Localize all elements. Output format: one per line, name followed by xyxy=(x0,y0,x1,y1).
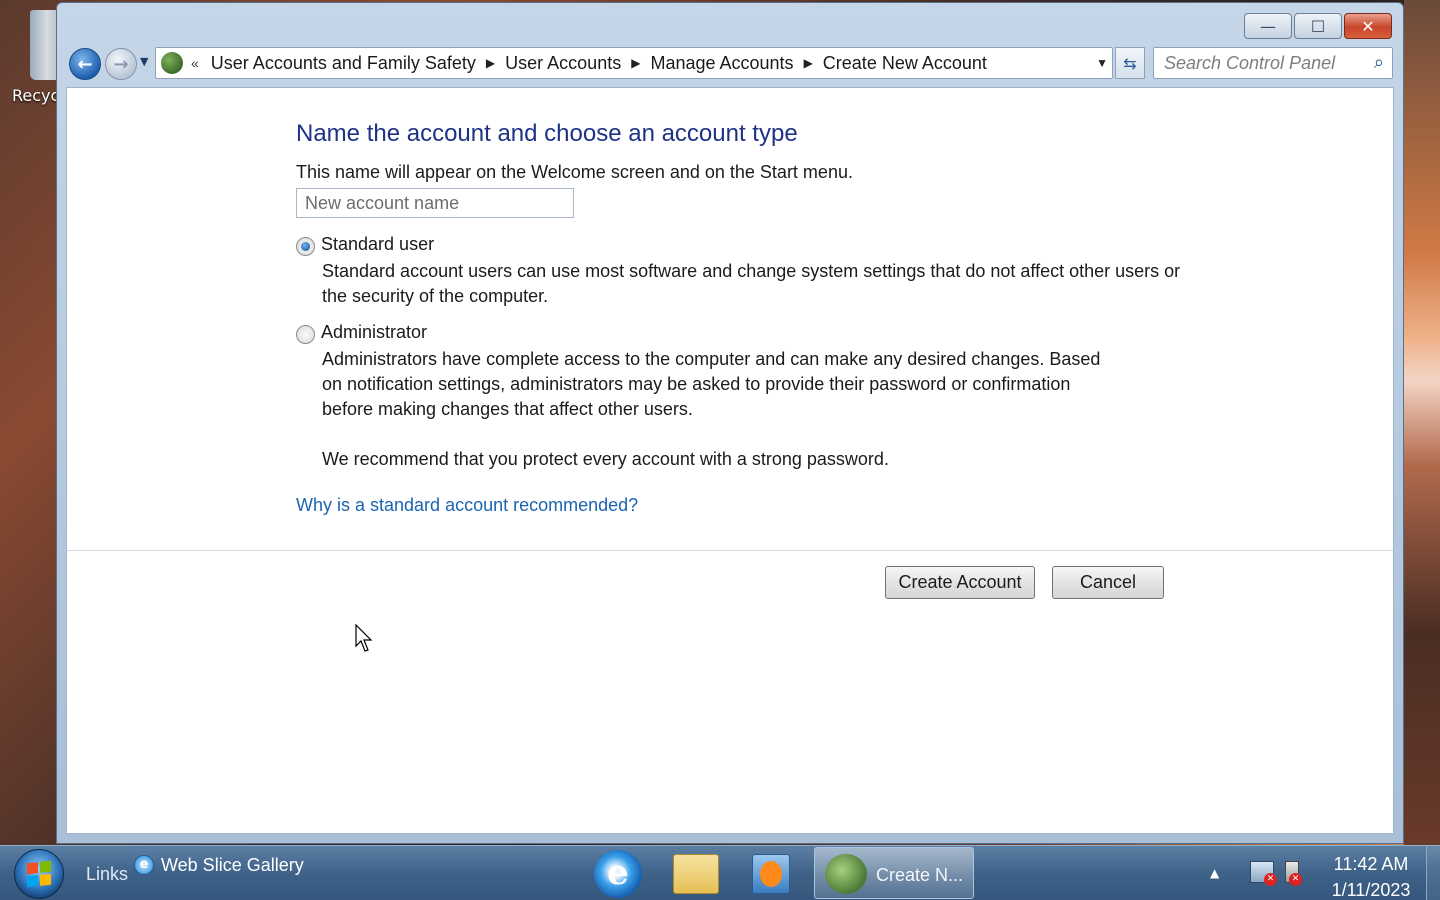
search-input[interactable]: Search Control Panel ⌕ xyxy=(1153,47,1393,79)
back-button[interactable]: ← xyxy=(69,48,101,80)
start-button[interactable] xyxy=(14,849,64,899)
show-desktop-button[interactable] xyxy=(1426,846,1440,900)
breadcrumb-arrow-icon[interactable]: ▶ xyxy=(804,56,813,70)
page-title: Name the account and choose an account t… xyxy=(296,120,798,147)
refresh-button[interactable]: ⇆ xyxy=(1115,47,1145,79)
standard-user-radio[interactable] xyxy=(296,237,315,256)
clock-date: 1/11/2023 xyxy=(1331,880,1411,900)
breadcrumb-user-accounts[interactable]: User Accounts xyxy=(505,53,621,74)
media-player-icon[interactable] xyxy=(752,854,790,894)
control-panel-window: — ☐ ✕ ← → ▼ « User Accounts and Family S… xyxy=(56,2,1404,844)
taskbar-item-label: Create N... xyxy=(876,865,964,885)
administrator-label[interactable]: Administrator xyxy=(321,322,427,343)
taskbar: Links e Web Slice Gallery e Create N... … xyxy=(0,845,1440,900)
breadcrumb-create-new-account[interactable]: Create New Account xyxy=(823,53,987,74)
address-dropdown-icon[interactable]: ▼ xyxy=(1096,56,1108,70)
user-accounts-icon xyxy=(161,52,183,74)
administrator-radio[interactable] xyxy=(296,325,315,344)
clock-time: 11:42 AM xyxy=(1333,854,1409,874)
name-hint-text: This name will appear on the Welcome scr… xyxy=(296,162,853,182)
internet-explorer-small-icon: e xyxy=(134,855,154,875)
user-accounts-icon xyxy=(825,854,867,894)
password-recommendation: We recommend that you protect every acco… xyxy=(322,449,889,469)
back-arrow-icon: ← xyxy=(77,53,93,75)
breadcrumb-manage-accounts[interactable]: Manage Accounts xyxy=(650,53,793,74)
breadcrumb-user-accounts-and-family-safety[interactable]: User Accounts and Family Safety xyxy=(211,53,476,74)
forward-button[interactable]: → xyxy=(105,48,137,80)
web-slice-gallery-link[interactable]: Web Slice Gallery xyxy=(161,855,304,876)
close-button[interactable]: ✕ xyxy=(1344,13,1392,39)
recent-pages-dropdown-icon[interactable]: ▼ xyxy=(140,55,148,68)
cancel-button[interactable]: Cancel xyxy=(1052,566,1164,599)
recycle-bin-label: Recyc xyxy=(12,86,60,105)
mouse-pointer-icon xyxy=(355,624,373,652)
standard-user-description: Standard account users can use most soft… xyxy=(322,261,1181,306)
taskbar-item-create-new-account[interactable]: Create N... xyxy=(814,847,974,899)
search-icon[interactable]: ⌕ xyxy=(1374,52,1384,73)
window-controls: — ☐ ✕ xyxy=(1244,13,1392,39)
show-hidden-icons-icon[interactable]: ▲ xyxy=(1210,866,1219,880)
internet-explorer-icon[interactable]: e xyxy=(594,850,642,898)
system-clock[interactable]: 11:42 AM 1/11/2023 xyxy=(1322,851,1420,900)
content-pane: Name the account and choose an account t… xyxy=(66,87,1394,834)
search-placeholder: Search Control Panel xyxy=(1164,53,1336,73)
address-bar[interactable]: « User Accounts and Family Safety ▶ User… xyxy=(155,47,1113,79)
maximize-button[interactable]: ☐ xyxy=(1294,13,1342,39)
volume-muted-icon[interactable] xyxy=(1285,861,1302,886)
desktop-background-right xyxy=(1404,0,1440,845)
forward-arrow-icon: → xyxy=(113,53,129,75)
administrator-description: Administrators have complete access to t… xyxy=(322,349,1101,419)
breadcrumb-arrow-icon[interactable]: ▶ xyxy=(486,56,495,70)
windows-logo-icon xyxy=(27,860,51,888)
footer-divider xyxy=(67,550,1393,551)
standard-account-help-link[interactable]: Why is a standard account recommended? xyxy=(296,495,638,516)
address-prefix-icon[interactable]: « xyxy=(191,55,199,71)
account-name-input[interactable] xyxy=(296,188,574,218)
breadcrumb-arrow-icon[interactable]: ▶ xyxy=(631,56,640,70)
recycle-bin-shortcut[interactable]: Recyc xyxy=(8,6,64,110)
standard-user-label[interactable]: Standard user xyxy=(321,234,434,255)
create-account-button[interactable]: Create Account xyxy=(885,566,1035,599)
links-toolbar-label[interactable]: Links xyxy=(86,864,128,885)
refresh-icon: ⇆ xyxy=(1123,53,1137,73)
navigation-bar: ← → ▼ « User Accounts and Family Safety … xyxy=(67,47,1395,83)
network-disconnected-icon[interactable] xyxy=(1250,861,1277,886)
minimize-button[interactable]: — xyxy=(1244,13,1292,39)
windows-explorer-icon[interactable] xyxy=(673,854,719,894)
